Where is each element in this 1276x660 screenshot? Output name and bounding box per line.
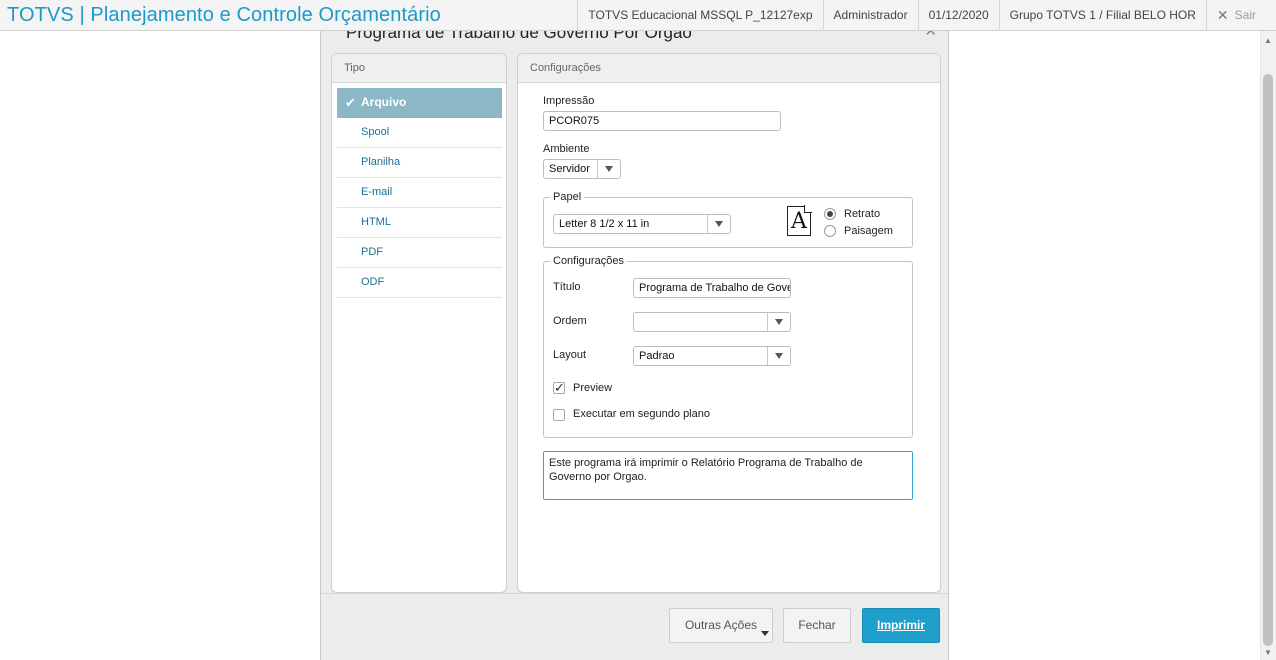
orientation-letter: A <box>791 208 807 234</box>
titulo-input[interactable]: Programa de Trabalho de Gove <box>633 278 791 298</box>
close-icon: ✕ <box>1216 7 1229 23</box>
tipo-item-spool[interactable]: Spool <box>337 118 502 148</box>
top-info: TOTVS Educacional MSSQL P_12127exp Admin… <box>577 0 1276 30</box>
preview-checkbox[interactable]: ✓ <box>553 381 565 394</box>
tipo-item-label: Planilha <box>361 156 401 168</box>
config-panel: Configurações Impressão PCOR075 Ambiente… <box>517 53 941 593</box>
close-icon[interactable]: ✕ <box>924 31 937 40</box>
retrato-label: Retrato <box>844 208 881 220</box>
chevron-down-icon[interactable] <box>597 160 620 178</box>
chevron-down-icon[interactable] <box>767 313 790 331</box>
close-button[interactable]: Fechar <box>783 608 851 643</box>
layout-label: Layout <box>553 349 587 361</box>
footer-divider <box>321 593 948 594</box>
retrato-radio[interactable] <box>824 208 836 220</box>
papel-legend: Papel <box>550 191 585 203</box>
background-label: Executar em segundo plano <box>573 408 710 420</box>
other-actions-label: Outras Ações <box>684 618 758 632</box>
config-header: Configurações <box>518 54 940 83</box>
tipo-item-odf[interactable]: ODF <box>337 268 502 298</box>
description-box[interactable]: Este programa irá imprimir o Relatório P… <box>543 451 913 500</box>
settings-legend: Configurações <box>550 255 627 267</box>
settings-group: Configurações Título Programa de Trabalh… <box>543 255 913 438</box>
layout-select[interactable]: Padrao <box>633 346 791 366</box>
chevron-down-icon[interactable] <box>707 215 730 233</box>
titulo-label: Título <box>553 281 581 293</box>
paper-size-select[interactable]: Letter 8 1/2 x 11 in <box>553 214 731 234</box>
tipo-item-label: PDF <box>361 246 383 258</box>
tipo-header: Tipo <box>332 54 506 83</box>
date-label: 01/12/2020 <box>917 0 999 30</box>
dialog-title: Programa de Trabalho de Governo Por Orga… <box>346 31 692 42</box>
tipo-item-planilha[interactable]: Planilha <box>337 148 502 178</box>
impressao-input[interactable]: PCOR075 <box>543 111 781 131</box>
scrollbar-thumb[interactable] <box>1263 74 1273 646</box>
ambiente-select[interactable]: Servidor <box>543 159 621 179</box>
tipo-item-label: Spool <box>361 126 390 138</box>
other-actions-button[interactable]: Outras Ações <box>669 608 773 643</box>
checkmark-icon: ✔ <box>345 95 356 110</box>
exit-button[interactable]: ✕ Sair <box>1205 0 1276 30</box>
document-portrait-icon: A <box>787 205 812 236</box>
print-button[interactable]: Imprimir <box>862 608 940 643</box>
user-label: Administrador <box>822 0 918 30</box>
tipo-item-label: Arquivo <box>361 95 407 109</box>
top-bar: TOTVS | Planejamento e Controle Orçament… <box>0 0 1276 31</box>
tipo-item-label: ODF <box>361 276 385 288</box>
ambiente-label: Ambiente <box>543 143 590 155</box>
tipo-item-pdf[interactable]: PDF <box>337 238 502 268</box>
chevron-down-icon <box>761 631 769 636</box>
paper-size-value: Letter 8 1/2 x 11 in <box>559 218 650 230</box>
layout-value: Padrao <box>639 350 675 362</box>
paisagem-radio[interactable] <box>824 225 836 237</box>
tipo-panel: Tipo ✔ Arquivo Spool Planilha E-mail HTM… <box>331 53 507 593</box>
page-scrollbar[interactable]: ▲ ▼ <box>1260 31 1276 660</box>
tipo-item-label: HTML <box>361 216 391 228</box>
environment-label: TOTVS Educacional MSSQL P_12127exp <box>577 0 822 30</box>
tipo-item-email[interactable]: E-mail <box>337 178 502 208</box>
tipo-list: ✔ Arquivo Spool Planilha E-mail HTML PDF… <box>337 88 502 298</box>
tipo-item-html[interactable]: HTML <box>337 208 502 238</box>
paisagem-label: Paisagem <box>844 225 893 237</box>
tipo-item-label: E-mail <box>361 186 393 198</box>
branch-label: Grupo TOTVS 1 / Filial BELO HOR <box>998 0 1206 30</box>
impressao-label: Impressão <box>543 95 595 107</box>
exit-label: Sair <box>1234 8 1256 22</box>
chevron-down-icon[interactable] <box>767 347 790 365</box>
papel-group: Papel Letter 8 1/2 x 11 in A Retrato Pai… <box>543 191 913 248</box>
scroll-down-icon[interactable]: ▼ <box>1264 648 1272 657</box>
background-checkbox[interactable] <box>553 409 565 421</box>
ambiente-value: Servidor <box>549 163 590 175</box>
scroll-up-icon[interactable]: ▲ <box>1264 36 1272 45</box>
ordem-label: Ordem <box>553 315 587 327</box>
tipo-item-arquivo[interactable]: ✔ Arquivo <box>337 88 502 118</box>
preview-label: Preview <box>573 382 613 394</box>
print-dialog: Programa de Trabalho de Governo Por Orga… <box>320 31 949 660</box>
ordem-select[interactable] <box>633 312 791 332</box>
app-title: TOTVS | Planejamento e Controle Orçament… <box>7 4 441 26</box>
